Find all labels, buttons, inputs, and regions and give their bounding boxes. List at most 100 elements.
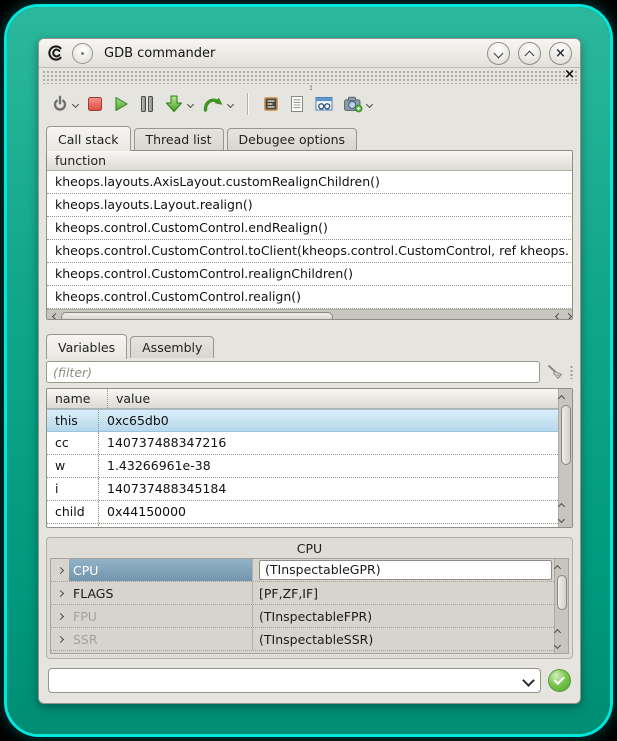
dock-drag-handle[interactable]: × <box>42 70 577 84</box>
debug-tabbar: Call stack Thread list Debugee options <box>39 122 580 150</box>
scrollbar-thumb[interactable] <box>557 575 567 610</box>
variables-filter-row <box>46 359 573 385</box>
register-value: (TInspectableFPR) <box>253 605 554 627</box>
cpu-row[interactable]: FLAGS [PF,ZF,IF] <box>51 582 554 605</box>
expander-icon[interactable] <box>51 605 69 627</box>
stop-button[interactable] <box>87 96 103 112</box>
scroll-left-icon[interactable] <box>47 310 60 320</box>
scroll-up-icon[interactable] <box>555 623 568 638</box>
dock-close-icon[interactable]: × <box>564 68 575 81</box>
clear-filter-broom-icon[interactable] <box>545 362 565 382</box>
call-stack-row[interactable]: kheops.control.CustomControl.realignChil… <box>47 263 573 286</box>
call-stack-row[interactable]: kheops.layouts.AxisLayout.customRealignC… <box>47 171 573 194</box>
power-icon <box>51 95 69 113</box>
call-stack-table: function kheops.layouts.AxisLayout.custo… <box>47 151 573 309</box>
tab-call-stack[interactable]: Call stack <box>46 126 131 151</box>
window-title: GDB commander <box>104 46 215 61</box>
scroll-left-icon[interactable] <box>551 310 564 320</box>
power-button[interactable] <box>51 95 78 113</box>
execute-ok-button[interactable] <box>548 669 571 692</box>
step-over-button[interactable] <box>202 94 233 114</box>
step-into-button[interactable] <box>164 94 193 114</box>
tab-debugee-options[interactable]: Debugee options <box>227 128 358 150</box>
variable-row[interactable]: this 0xc65db0 <box>47 409 558 432</box>
variable-name: h <box>47 524 99 527</box>
command-combobox[interactable] <box>48 668 541 693</box>
run-button[interactable] <box>112 95 130 113</box>
cpu-row[interactable]: FPU (TInspectableFPR) <box>51 605 554 628</box>
variable-row[interactable]: h 1.43266961e-38 <box>47 524 558 527</box>
variable-name: i <box>47 478 99 500</box>
close-button[interactable]: × <box>549 42 572 65</box>
tab-assembly[interactable]: Assembly <box>130 336 214 358</box>
filter-input[interactable] <box>46 361 540 383</box>
variable-value: 1.43266961e-38 <box>99 524 558 527</box>
variable-row[interactable]: child 0x44150000 <box>47 501 558 524</box>
dropdown-chevron-icon[interactable] <box>227 100 234 107</box>
cpu-vertical-scrollbar[interactable] <box>554 559 568 653</box>
call-stack-row[interactable]: kheops.control.CustomControl.toClient(kh… <box>47 240 573 263</box>
column-header-name[interactable]: name <box>47 389 108 408</box>
toolbar-separator <box>247 93 248 115</box>
combobox-dropdown[interactable] <box>516 676 540 685</box>
screen: GDB commander × × <box>0 0 617 741</box>
step-into-icon <box>164 94 184 114</box>
window-buttons: × <box>487 42 572 65</box>
cpu-group-title: CPU <box>47 538 572 558</box>
tab-thread-list[interactable]: Thread list <box>134 128 224 150</box>
column-header-value[interactable]: value <box>108 389 150 408</box>
scroll-up-icon[interactable] <box>559 389 572 404</box>
expander-icon[interactable] <box>51 582 69 604</box>
chevron-down-icon <box>522 674 535 687</box>
column-header-function[interactable]: function <box>47 151 573 171</box>
add-snapshot-button[interactable] <box>343 95 372 113</box>
maximize-button[interactable] <box>518 42 541 65</box>
panel-splitter[interactable] <box>39 528 580 534</box>
gdb-commander-window: GDB commander × × <box>38 38 581 704</box>
dropdown-chevron-icon[interactable] <box>366 100 373 107</box>
dropdown-chevron-icon[interactable] <box>187 100 194 107</box>
scroll-down-icon[interactable] <box>559 512 572 527</box>
call-stack-row[interactable]: kheops.control.CustomControl.realign() <box>47 286 573 309</box>
splitter-grip[interactable] <box>570 365 573 379</box>
cpu-row[interactable]: SSR (TInspectableSSR) <box>51 628 554 651</box>
scrollbar-thumb[interactable] <box>61 312 333 321</box>
registers-button[interactable] <box>262 95 280 113</box>
call-stack-row[interactable]: kheops.control.CustomControl.endRealign(… <box>47 217 573 240</box>
scroll-down-icon[interactable] <box>555 638 568 653</box>
pin-button[interactable] <box>72 43 93 64</box>
variable-row[interactable]: i 140737488345184 <box>47 478 558 501</box>
play-icon <box>112 95 130 113</box>
variables-panel: name value this 0xc65db0 cc 140737488347… <box>46 388 573 528</box>
pause-icon <box>139 95 155 113</box>
scrollbar-thumb[interactable] <box>561 405 571 465</box>
variable-row[interactable]: w 1.43266961e-38 <box>47 455 558 478</box>
panel-splitter[interactable] <box>39 320 580 330</box>
cpu-groupbox: CPU CPU (TInspectableGPR) FLAGS [PF,ZF,I… <box>46 537 573 659</box>
register-value-field[interactable]: (TInspectableGPR) <box>259 560 552 580</box>
titlebar[interactable]: GDB commander × <box>39 39 580 68</box>
expander-icon[interactable] <box>51 559 69 581</box>
watch-window-button[interactable] <box>314 95 334 113</box>
expander-icon[interactable] <box>51 628 69 650</box>
variable-row[interactable]: cc 140737488347216 <box>47 432 558 455</box>
scroll-up-icon[interactable] <box>559 497 572 512</box>
scroll-up-icon[interactable] <box>555 559 568 574</box>
stop-icon <box>87 96 103 112</box>
pause-button[interactable] <box>139 95 155 113</box>
variable-value: 140737488347216 <box>99 432 558 454</box>
cpu-row[interactable]: CPU (TInspectableGPR) <box>51 559 554 582</box>
call-stack-horizontal-scrollbar[interactable] <box>47 309 573 320</box>
cpu-register-tree: CPU (TInspectableGPR) FLAGS [PF,ZF,IF] F… <box>50 558 569 654</box>
scroll-right-icon[interactable] <box>564 310 573 320</box>
register-value: (TInspectableSSR) <box>253 628 554 650</box>
minimize-button[interactable] <box>487 42 510 65</box>
disassembly-button[interactable] <box>289 95 305 113</box>
variables-vertical-scrollbar[interactable] <box>558 389 572 527</box>
toolbar-grip <box>310 85 312 90</box>
step-over-icon <box>202 94 224 114</box>
variables-header[interactable]: name value <box>47 389 558 409</box>
call-stack-row[interactable]: kheops.layouts.Layout.realign() <box>47 194 573 217</box>
dropdown-chevron-icon[interactable] <box>72 100 79 107</box>
tab-variables[interactable]: Variables <box>46 334 127 359</box>
